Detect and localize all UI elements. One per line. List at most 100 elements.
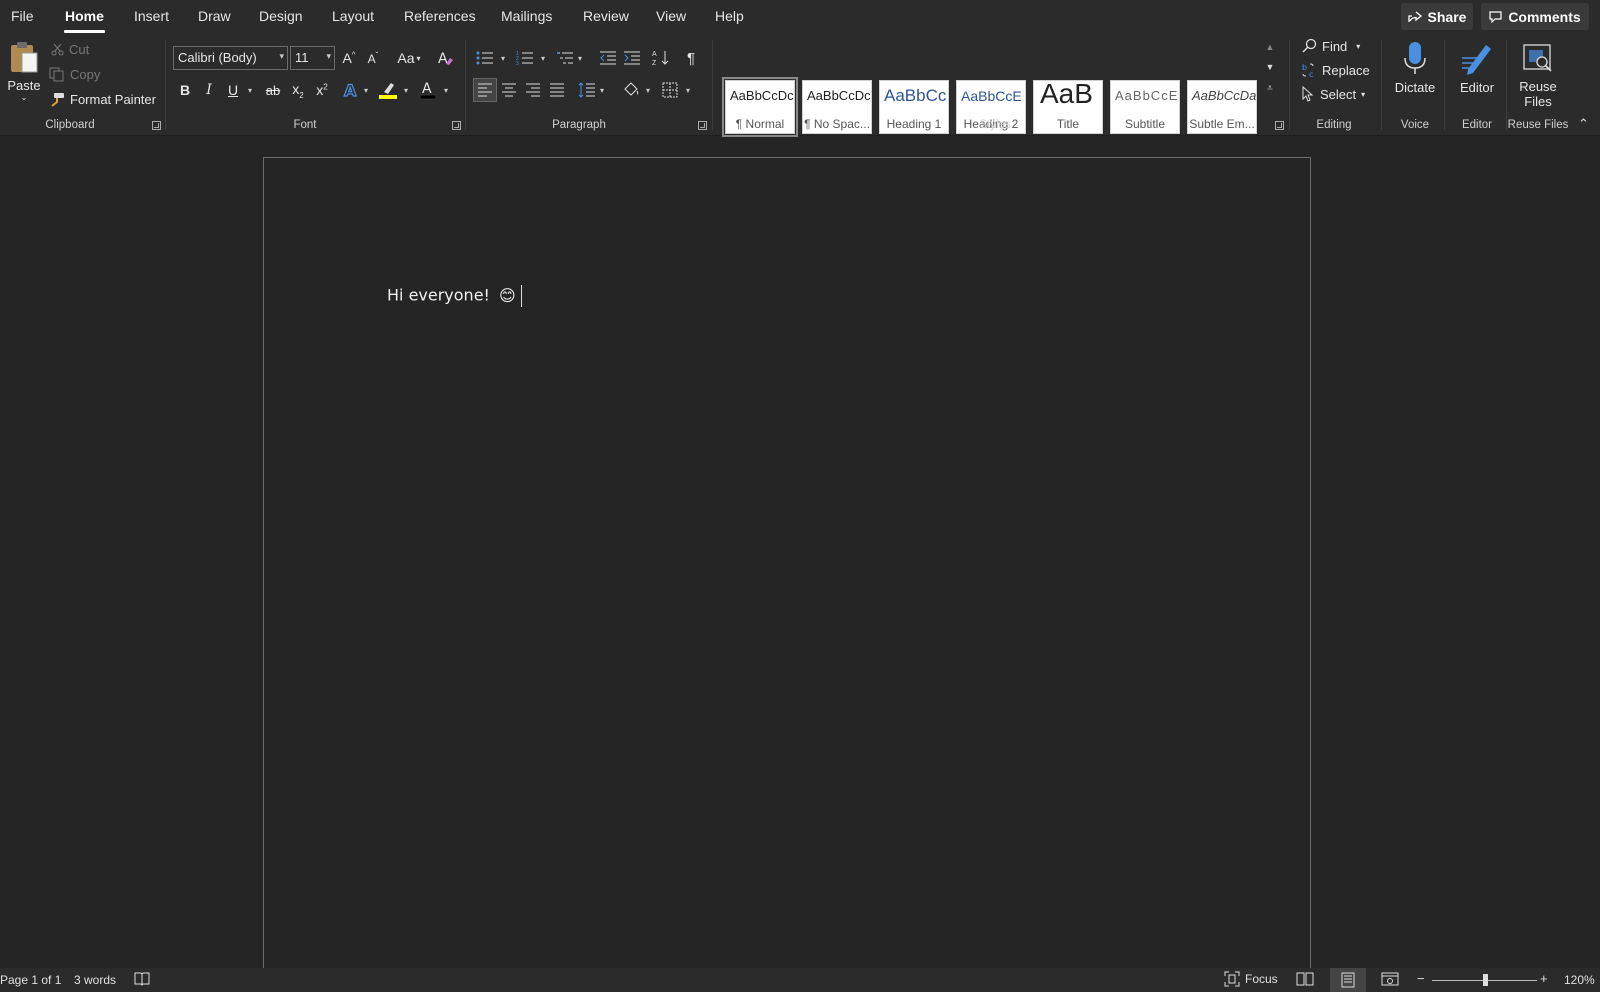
font-launcher-icon[interactable] bbox=[452, 121, 461, 130]
increase-indent-button[interactable] bbox=[620, 46, 644, 70]
print-layout-button[interactable] bbox=[1330, 968, 1366, 992]
align-right-button[interactable] bbox=[521, 78, 545, 102]
menu-bar: File Home Insert Draw Design Layout Refe… bbox=[0, 0, 1600, 36]
page-info[interactable]: Page 1 of 1 bbox=[0, 973, 61, 987]
focus-button[interactable]: Focus bbox=[1224, 971, 1278, 987]
chevron-down-icon[interactable]: ▾ bbox=[444, 86, 448, 95]
copy-button[interactable]: Copy bbox=[49, 67, 100, 82]
chevron-down-icon[interactable]: ▾ bbox=[364, 86, 368, 95]
comment-icon bbox=[1489, 10, 1502, 23]
font-name-combo[interactable]: Calibri (Body) ▾ bbox=[173, 46, 288, 70]
cut-label: Cut bbox=[69, 42, 90, 57]
numbering-button[interactable]: 123 bbox=[513, 46, 537, 70]
chevron-down-icon[interactable]: ▾ bbox=[578, 54, 582, 63]
show-formatting-button[interactable]: ¶ bbox=[679, 46, 703, 70]
chevron-down-icon[interactable]: ▾ bbox=[541, 54, 545, 63]
style-subtitle[interactable]: AaBbCcE Subtitle bbox=[1110, 80, 1180, 134]
font-color-button[interactable]: A bbox=[416, 78, 440, 102]
sort-button[interactable]: AZ bbox=[649, 46, 673, 70]
style-title[interactable]: AaB Title bbox=[1033, 80, 1103, 134]
chevron-down-icon: ▾ bbox=[1361, 89, 1366, 99]
document-page[interactable]: Hi everyone! 😊 bbox=[263, 157, 1311, 969]
zoom-in-button[interactable]: + bbox=[1540, 971, 1548, 986]
word-count[interactable]: 3 words bbox=[74, 973, 116, 987]
chevron-down-icon[interactable]: ▾ bbox=[248, 86, 252, 95]
zoom-slider-thumb[interactable] bbox=[1483, 974, 1488, 986]
editor-button[interactable]: Editor bbox=[1448, 40, 1506, 95]
highlighter-icon bbox=[378, 80, 398, 100]
cut-button[interactable]: Cut bbox=[51, 42, 89, 57]
bold-button[interactable]: B bbox=[173, 78, 197, 102]
style-normal[interactable]: AaBbCcDc ¶ Normal bbox=[722, 77, 798, 137]
tab-view[interactable]: View bbox=[656, 8, 686, 30]
smiley-emoji: 😊 bbox=[499, 285, 516, 305]
paste-icon bbox=[8, 40, 40, 74]
borders-button[interactable] bbox=[658, 78, 682, 102]
tab-design[interactable]: Design bbox=[259, 8, 303, 30]
justify-button[interactable] bbox=[545, 78, 569, 102]
pilcrow-icon: ¶ bbox=[686, 49, 696, 67]
italic-button[interactable]: I bbox=[197, 78, 221, 102]
select-button[interactable]: Select ▾ bbox=[1301, 86, 1365, 102]
style-subtle-emphasis[interactable]: AaBbCcDa Subtle Em... bbox=[1187, 80, 1257, 134]
shrink-font-button[interactable]: Aˇ bbox=[361, 46, 385, 70]
tab-layout[interactable]: Layout bbox=[332, 8, 374, 30]
line-spacing-button[interactable] bbox=[575, 78, 599, 102]
tab-help[interactable]: Help bbox=[715, 8, 744, 30]
highlight-button[interactable] bbox=[376, 78, 400, 102]
chevron-down-icon[interactable]: ▾ bbox=[600, 86, 604, 95]
tab-home[interactable]: Home bbox=[64, 8, 105, 33]
decrease-indent-button[interactable] bbox=[596, 46, 620, 70]
style-no-spacing[interactable]: AaBbCcDc ¶ No Spac... bbox=[802, 80, 872, 134]
paste-dropdown-icon[interactable]: ⌄ bbox=[6, 93, 42, 102]
read-mode-icon[interactable] bbox=[1296, 971, 1314, 990]
underline-button[interactable]: U bbox=[221, 78, 245, 102]
clear-formatting-button[interactable]: A bbox=[434, 46, 458, 70]
font-size-combo[interactable]: 11 ▾ bbox=[290, 46, 335, 70]
styles-launcher-icon[interactable] bbox=[1275, 121, 1284, 130]
collapse-ribbon-icon[interactable]: ⌃ bbox=[1578, 116, 1589, 132]
styles-scroll-up-icon[interactable]: ▲ bbox=[1262, 42, 1278, 62]
shading-button[interactable] bbox=[619, 78, 643, 102]
grow-font-button[interactable]: A^ bbox=[337, 46, 361, 70]
chevron-down-icon[interactable]: ▾ bbox=[646, 86, 650, 95]
font-color-icon: A bbox=[418, 80, 438, 100]
reuse-files-button[interactable]: Reuse Files bbox=[1508, 40, 1568, 109]
tab-mailings[interactable]: Mailings bbox=[501, 8, 552, 30]
change-case-button[interactable]: Aa ▾ bbox=[392, 46, 426, 70]
align-left-button[interactable] bbox=[473, 78, 497, 102]
tab-insert[interactable]: Insert bbox=[134, 8, 169, 30]
text-effects-button[interactable]: A bbox=[339, 78, 363, 102]
zoom-level[interactable]: 120% bbox=[1564, 973, 1595, 987]
bullets-button[interactable] bbox=[473, 46, 497, 70]
document-body[interactable]: Hi everyone! 😊 bbox=[387, 285, 522, 307]
chevron-down-icon[interactable]: ▾ bbox=[404, 86, 408, 95]
chevron-down-icon[interactable]: ▾ bbox=[501, 54, 505, 63]
comments-button[interactable]: Comments bbox=[1481, 3, 1589, 30]
proofing-book-icon[interactable] bbox=[134, 971, 150, 990]
style-preview: AaBbCcDc bbox=[807, 88, 871, 103]
share-button[interactable]: Share bbox=[1401, 3, 1473, 30]
multilevel-list-button[interactable] bbox=[553, 46, 577, 70]
styles-more-icon[interactable]: ⩡ bbox=[1262, 83, 1278, 103]
styles-scroll-down-icon[interactable]: ▼ bbox=[1262, 62, 1278, 82]
paragraph-launcher-icon[interactable] bbox=[698, 121, 707, 130]
replace-button[interactable]: bc Replace bbox=[1301, 62, 1370, 79]
align-center-button[interactable] bbox=[497, 78, 521, 102]
tab-file[interactable]: File bbox=[11, 8, 34, 30]
style-heading-1[interactable]: AaBbCc Heading 1 bbox=[879, 80, 949, 134]
tab-draw[interactable]: Draw bbox=[198, 8, 231, 30]
paste-button[interactable]: Paste ⌄ bbox=[6, 40, 42, 102]
strikethrough-button[interactable]: ab bbox=[261, 78, 285, 102]
web-layout-icon[interactable] bbox=[1381, 971, 1399, 990]
superscript-button[interactable]: x2 bbox=[310, 78, 334, 102]
clipboard-launcher-icon[interactable] bbox=[152, 121, 161, 130]
find-button[interactable]: Find ▾ bbox=[1301, 38, 1360, 54]
tab-review[interactable]: Review bbox=[583, 8, 629, 30]
format-painter-button[interactable]: Format Painter bbox=[49, 92, 156, 107]
tab-references[interactable]: References bbox=[404, 8, 476, 30]
zoom-out-button[interactable]: − bbox=[1417, 971, 1425, 986]
subscript-button[interactable]: x2 bbox=[286, 78, 310, 102]
dictate-button[interactable]: Dictate bbox=[1386, 40, 1444, 95]
chevron-down-icon[interactable]: ▾ bbox=[686, 86, 690, 95]
